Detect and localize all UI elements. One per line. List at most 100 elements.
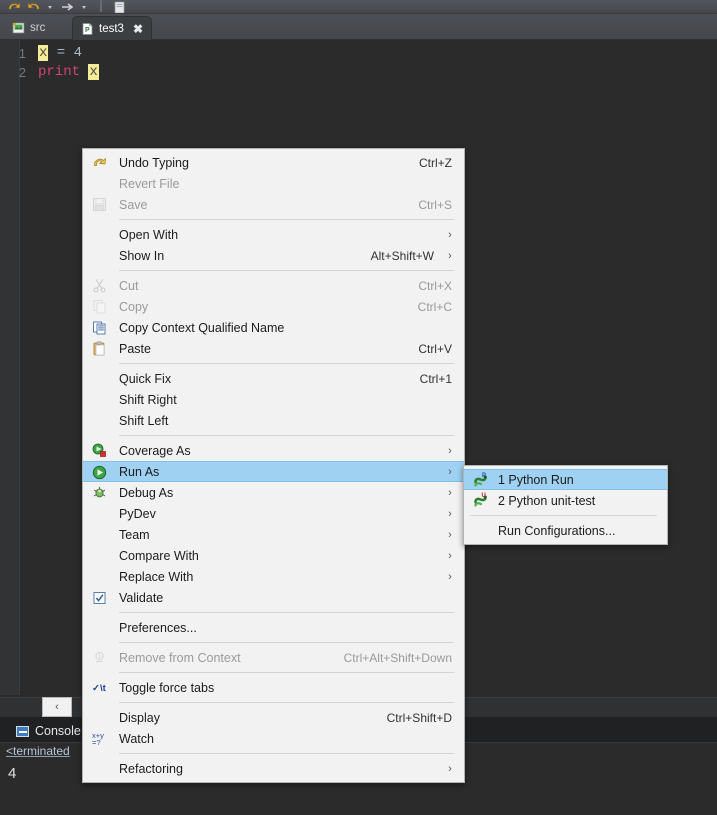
console-icon [16, 725, 29, 737]
menu-item-undo-typing[interactable]: Undo Typing Ctrl+Z [83, 152, 464, 173]
chevron-right-icon: › [448, 570, 452, 583]
menu-item-run-as[interactable]: Run As › [83, 461, 464, 482]
scroll-left-button[interactable]: ‹ [42, 697, 72, 717]
run-as-submenu[interactable]: P 1 Python Run U 2 Python unit-test Run Conf… [463, 465, 668, 545]
menu-item-label: 1 Python Run [498, 472, 574, 487]
menu-item-shortcut: Alt+Shift+W [370, 248, 434, 263]
menu-item-label: Cut [119, 278, 139, 293]
svg-text:U: U [482, 493, 486, 499]
menu-item-refactoring[interactable]: Refactoring › [83, 758, 464, 779]
number-token: 4 [73, 45, 83, 61]
remove-context-icon [91, 649, 108, 666]
menu-item-paste[interactable]: Paste Ctrl+V [83, 338, 464, 359]
main-toolbar[interactable] [0, 0, 717, 14]
menu-separator [119, 753, 454, 754]
tab-console[interactable]: Console [10, 720, 87, 742]
submenu-item-run-configurations[interactable]: Run Configurations... [464, 520, 667, 541]
menu-item-toggle-force-tabs[interactable]: ✓\t Toggle force tabs [83, 677, 464, 698]
forward-arrow-icon[interactable] [60, 0, 76, 13]
menu-item-shortcut: Ctrl+Alt+Shift+Down [343, 650, 452, 665]
menu-separator [119, 435, 454, 436]
menu-item-label: Quick Fix [119, 371, 172, 386]
menu-item-coverage-as[interactable]: Coverage As › [83, 440, 464, 461]
validate-checkbox-icon [91, 589, 108, 606]
tab-label: src [30, 22, 46, 34]
menu-item-label: Copy [119, 299, 149, 314]
menu-item-display[interactable]: Display Ctrl+Shift+D [83, 707, 464, 728]
toggle-tabs-icon: ✓\t [91, 679, 108, 696]
svg-text:=?: =? [92, 738, 101, 747]
menu-separator [119, 612, 454, 613]
context-menu[interactable]: Undo Typing Ctrl+Z Revert File Save Ctrl+S Op… [82, 148, 465, 783]
tab-test3[interactable]: P test3 ✖ [72, 16, 152, 40]
menu-item-shift-right[interactable]: Shift Right [83, 389, 464, 410]
paste-icon [91, 340, 108, 357]
tab-label: test3 [99, 22, 124, 35]
menu-item-team[interactable]: Team › [83, 524, 464, 545]
menu-item-label: Paste [119, 341, 151, 356]
menu-item-validate[interactable]: Validate [83, 587, 464, 608]
menu-separator [119, 363, 454, 364]
svg-text:P: P [85, 27, 90, 34]
menu-item-copy-context-qualified-name[interactable]: Copy Context Qualified Name [83, 317, 464, 338]
chevron-right-icon: › [448, 549, 452, 562]
menu-item-label: Revert File [119, 176, 180, 191]
menu-item-quick-fix[interactable]: Quick Fix Ctrl+1 [83, 368, 464, 389]
redo-toolbar-icon[interactable] [26, 0, 42, 13]
menu-item-compare-with[interactable]: Compare With › [83, 545, 464, 566]
undo-icon [91, 154, 108, 171]
code-line[interactable]: 1x = 4 [0, 44, 82, 63]
menu-item-shift-left[interactable]: Shift Left [83, 410, 464, 431]
menu-item-pydev[interactable]: PyDev › [83, 503, 464, 524]
menu-item-label: Watch [119, 731, 154, 746]
close-icon[interactable]: ✖ [133, 23, 143, 35]
toolbar-dropdown2-icon[interactable] [80, 0, 88, 13]
menu-item-shortcut: Ctrl+X [418, 278, 452, 293]
keyword-token: print [38, 64, 81, 80]
menu-item-label: Undo Typing [119, 155, 189, 170]
editor-gutter [0, 40, 20, 695]
code-text: x = 4 [38, 44, 82, 63]
menu-item-label: Shift Left [119, 413, 169, 428]
menu-item-label: Run As [119, 464, 160, 479]
menu-item-label: Validate [119, 590, 164, 605]
menu-item-open-with[interactable]: Open With › [83, 224, 464, 245]
submenu-item-2-python-unit-test[interactable]: U 2 Python unit-test [464, 490, 667, 511]
menu-item-label: Run Configurations... [498, 523, 616, 538]
menu-item-shortcut: Ctrl+1 [419, 371, 452, 386]
chevron-right-icon: › [448, 228, 452, 241]
chevron-right-icon: › [448, 507, 452, 520]
menu-item-label: Remove from Context [119, 650, 241, 665]
menu-item-label: Compare With [119, 548, 199, 563]
menu-item-label: Coverage As [119, 443, 191, 458]
menu-separator [470, 515, 657, 516]
highlighted-token: x [38, 45, 49, 61]
code-text: print x [38, 63, 99, 82]
chevron-right-icon: › [448, 528, 452, 541]
code-line[interactable]: 2 print x [0, 63, 99, 82]
menu-item-label: Debug As [119, 485, 174, 500]
menu-item-show-in[interactable]: Show In Alt+Shift+W › [83, 245, 464, 266]
menu-item-revert-file: Revert File [83, 173, 464, 194]
menu-item-debug-as[interactable]: Debug As › [83, 482, 464, 503]
copy-icon [91, 298, 108, 315]
menu-item-label: Shift Right [119, 392, 177, 407]
menu-item-label: 2 Python unit-test [498, 493, 596, 508]
menu-item-replace-with[interactable]: Replace With › [83, 566, 464, 587]
line-number: 2 [18, 65, 26, 80]
tab-src[interactable]: src [4, 16, 53, 40]
menu-item-preferences[interactable]: Preferences... [83, 617, 464, 638]
menu-item-remove-from-context: Remove from Context Ctrl+Alt+Shift+Down [83, 647, 464, 668]
toolbar-dropdown-icon[interactable] [46, 0, 54, 13]
copy-qualified-icon [91, 319, 108, 336]
submenu-item-1-python-run[interactable]: P 1 Python Run [464, 469, 667, 490]
run-icon [91, 464, 108, 481]
menu-item-shortcut: Ctrl+C [417, 299, 452, 314]
menu-item-watch[interactable]: x+y =? Watch [83, 728, 464, 749]
chevron-right-icon: › [448, 444, 452, 457]
menu-item-cut: Cut Ctrl+X [83, 275, 464, 296]
undo-toolbar-icon[interactable] [6, 0, 22, 13]
new-file-toolbar-icon[interactable] [112, 0, 128, 13]
operator-token: = [48, 45, 74, 61]
editor-tabstrip[interactable]: src P test3 ✖ [0, 14, 717, 40]
